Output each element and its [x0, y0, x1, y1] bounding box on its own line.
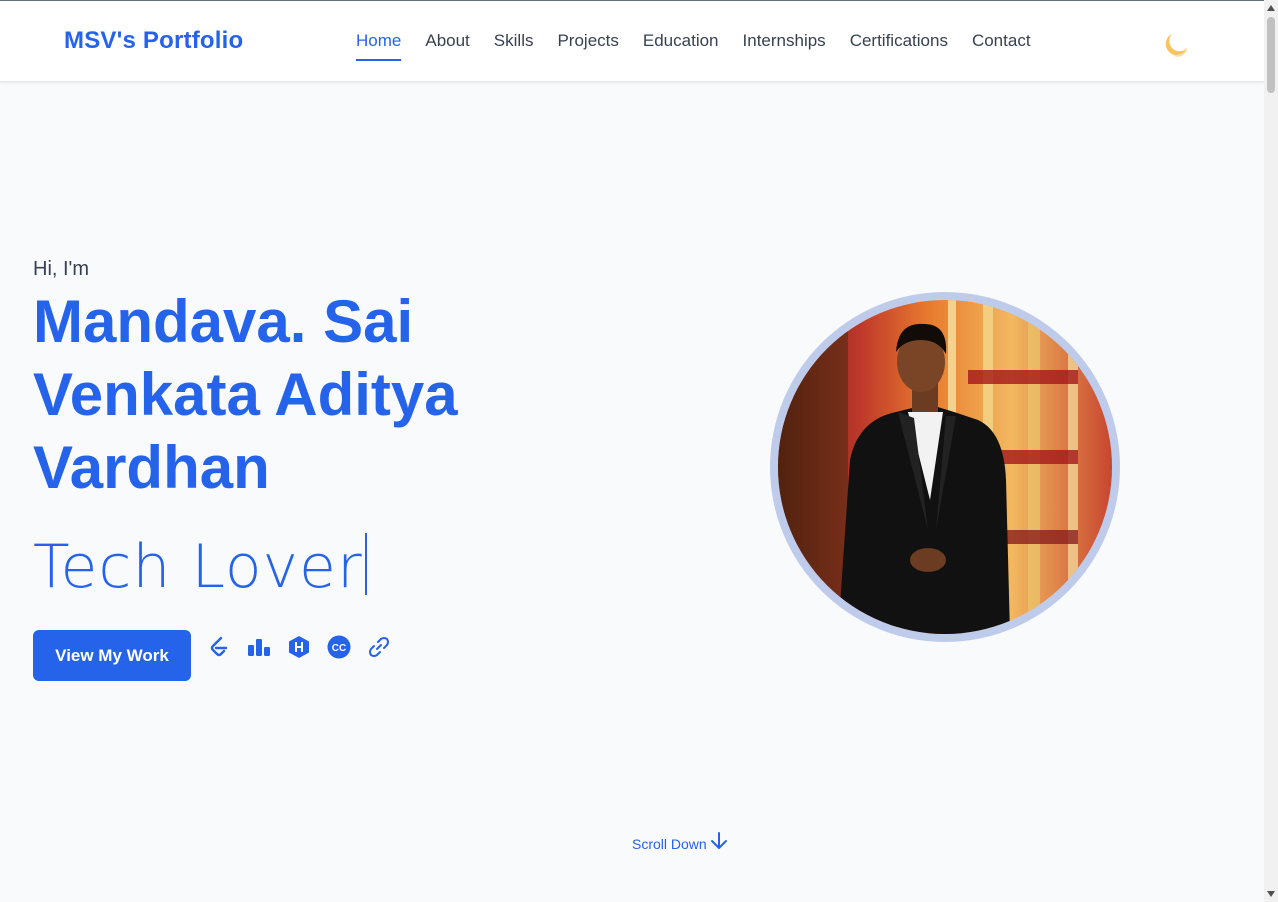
scroll-down-link[interactable]: Scroll Down	[632, 832, 729, 852]
nav-home[interactable]: Home	[356, 31, 402, 61]
social-links: CC	[207, 635, 407, 659]
link-icon[interactable]	[367, 635, 391, 659]
page-scrollbar[interactable]	[1264, 0, 1278, 902]
leetcode-icon[interactable]	[207, 635, 231, 659]
hackerrank-icon[interactable]	[287, 635, 311, 659]
nav-education[interactable]: Education	[643, 31, 719, 61]
view-my-work-button[interactable]: View My Work	[33, 630, 191, 681]
scroll-up-arrow-icon[interactable]	[1267, 5, 1275, 11]
arrow-down-icon	[710, 832, 727, 849]
site-header: MSV's Portfolio Home About Skills Projec…	[0, 1, 1264, 81]
nav-about[interactable]: About	[425, 31, 469, 61]
site-logo[interactable]: MSV's Portfolio	[64, 27, 243, 55]
svg-text:CC: CC	[332, 643, 346, 654]
nav-certifications[interactable]: Certifications	[850, 31, 948, 61]
codechef-icon[interactable]: CC	[327, 635, 351, 659]
greeting-text: Hi, I'm	[33, 258, 90, 280]
hero-intro: Hi, I'm Mandava. Sai Venkata Aditya Vard…	[33, 258, 553, 602]
scroll-down-arrow-icon[interactable]	[1267, 891, 1275, 897]
codeforces-icon[interactable]	[247, 635, 271, 659]
nav-internships[interactable]: Internships	[743, 31, 826, 61]
typed-role: Tech Lover	[33, 532, 553, 602]
hero-name: Mandava. Sai Venkata Aditya Vardhan	[33, 288, 458, 501]
typing-cursor	[364, 533, 367, 595]
moon-icon[interactable]	[1162, 30, 1190, 58]
main-nav: Home About Skills Projects Education Int…	[356, 31, 1055, 61]
nav-skills[interactable]: Skills	[494, 31, 534, 61]
nav-contact[interactable]: Contact	[972, 31, 1031, 61]
hero-actions: View My Work CC	[33, 630, 407, 681]
profile-photo-frame	[770, 292, 1120, 642]
nav-projects[interactable]: Projects	[557, 31, 618, 61]
profile-photo	[778, 300, 1112, 634]
typed-role-text: Tech Lover	[33, 532, 363, 602]
scrollbar-thumb[interactable]	[1267, 17, 1275, 93]
scroll-down-label: Scroll Down	[632, 836, 707, 852]
